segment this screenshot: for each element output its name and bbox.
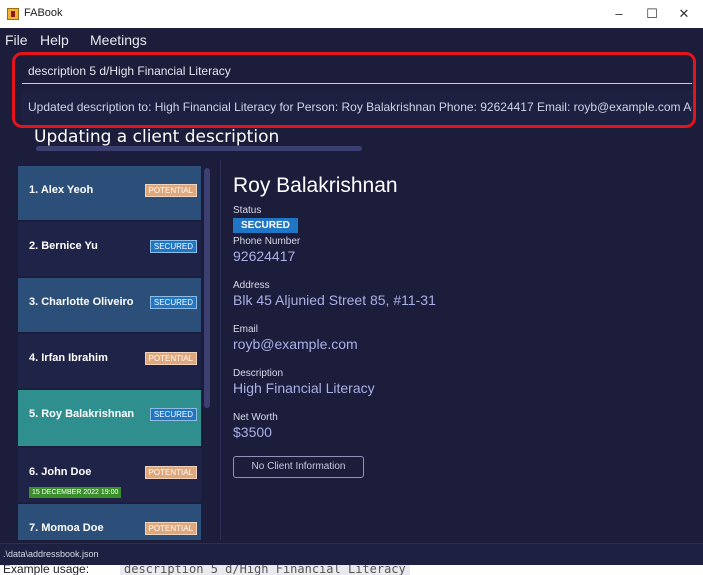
person-name: 2. Bernice Yu — [29, 240, 98, 252]
person-card[interactable]: 1. Alex Yeoh POTENTIAL — [18, 166, 201, 220]
bottom-usage-note: Example usage: description 5 d/High Fina… — [0, 565, 703, 575]
person-name: 1. Alex Yeoh — [29, 184, 94, 196]
status-badge: SECURED — [149, 408, 197, 421]
person-name: 6. John Doe — [29, 466, 92, 478]
window-titlebar: FABook – ☐ ✕ — [0, 0, 703, 28]
status-badge: SECURED — [233, 218, 298, 233]
person-card[interactable]: 3. Charlotte Oliveiro SECURED — [18, 278, 201, 332]
annotation-caption: Updating a client description — [34, 127, 280, 147]
minimize-button[interactable]: – — [604, 4, 634, 24]
menu-bar: File Help Meetings — [0, 28, 703, 52]
status-badge: POTENTIAL — [144, 184, 197, 197]
status-badge: SECURED — [149, 240, 197, 253]
person-card[interactable]: 2. Bernice Yu SECURED — [18, 222, 201, 276]
person-name: 5. Roy Balakrishnan — [29, 408, 135, 420]
phone-label: Phone Number — [233, 236, 301, 247]
menu-meetings[interactable]: Meetings — [90, 32, 147, 48]
status-badge: POTENTIAL — [144, 522, 197, 535]
highlight-annotation-frame — [12, 52, 696, 128]
app-book-icon — [7, 8, 19, 20]
window-title: FABook — [24, 7, 63, 19]
usage-code: description 5 d/High Financial Literacy — [120, 565, 410, 575]
person-name: 7. Momoa Doe — [29, 522, 104, 534]
menu-file[interactable]: File — [5, 32, 28, 48]
person-card-selected[interactable]: 5. Roy Balakrishnan SECURED — [18, 390, 201, 446]
list-scrollbar[interactable] — [204, 168, 210, 408]
status-label: Status — [233, 205, 262, 216]
address-value: Blk 45 Aljunied Street 85, #11-31 — [233, 292, 436, 308]
meeting-tag: 15 DECEMBER 2022 19:00 — [29, 487, 122, 498]
description-label: Description — [233, 368, 284, 379]
person-card[interactable]: 6. John Doe POTENTIAL 15 DECEMBER 2022 1… — [18, 448, 201, 502]
status-badge: POTENTIAL — [144, 466, 197, 479]
usage-label: Example usage: — [3, 565, 90, 575]
networth-value: $3500 — [233, 424, 272, 440]
status-badge: POTENTIAL — [144, 352, 197, 365]
detail-name: Roy Balakrishnan — [233, 174, 398, 197]
status-badge: SECURED — [149, 296, 197, 309]
email-label: Email — [233, 324, 259, 335]
maximize-button[interactable]: ☐ — [637, 4, 667, 24]
app-body: File Help Meetings description 5 d/High … — [0, 28, 703, 565]
person-detail-panel: Roy Balakrishnan Status SECURED Phone Nu… — [220, 160, 703, 540]
person-card[interactable]: 4. Irfan Ibrahim POTENTIAL — [18, 334, 201, 388]
description-value: High Financial Literacy — [233, 380, 375, 396]
address-label: Address — [233, 280, 270, 291]
person-card[interactable]: 7. Momoa Doe POTENTIAL — [18, 504, 201, 540]
close-button[interactable]: ✕ — [669, 4, 699, 24]
person-name: 3. Charlotte Oliveiro — [29, 296, 134, 308]
person-list: 1. Alex Yeoh POTENTIAL 2. Bernice Yu SEC… — [12, 160, 216, 540]
no-client-information-button[interactable]: No Client Information — [233, 456, 364, 478]
phone-value: 92624417 — [233, 248, 296, 264]
person-name: 4. Irfan Ibrahim — [29, 352, 108, 364]
result-scrollbar[interactable] — [36, 146, 362, 151]
email-value: royb@example.com — [233, 336, 358, 352]
networth-label: Net Worth — [233, 412, 278, 423]
menu-help[interactable]: Help — [40, 32, 69, 48]
status-bar-path: .\data\addressbook.json — [0, 543, 703, 565]
